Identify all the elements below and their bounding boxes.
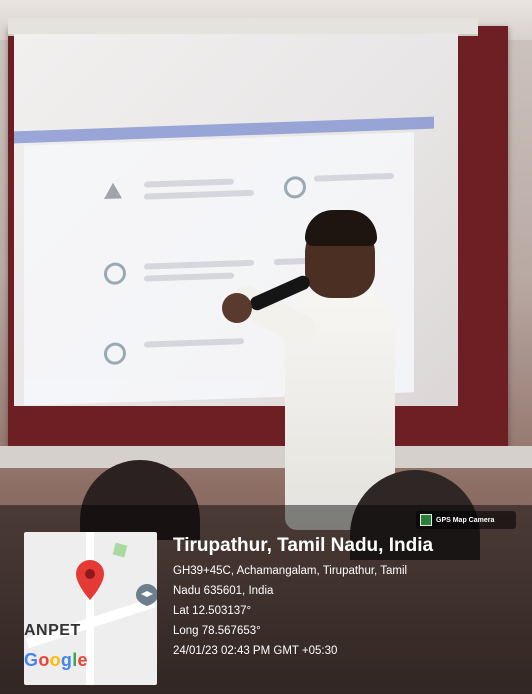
projected-text-line: [144, 189, 254, 200]
projected-text-line: [314, 172, 394, 182]
latitude-text: Lat 12.503137°: [173, 605, 252, 617]
google-logo-letter: o: [49, 650, 61, 670]
projected-item-icon: [284, 175, 306, 199]
speaker-hand: [222, 293, 252, 323]
projected-item-icon: [104, 342, 126, 366]
projected-text-line: [144, 178, 234, 188]
google-logo-letter: o: [38, 650, 50, 670]
longitude-text: Long 78.567653°: [173, 625, 261, 637]
timestamp-text: 24/01/23 02:43 PM GMT +05:30: [173, 645, 338, 657]
location-title: Tirupathur, Tamil Nadu, India: [173, 535, 434, 556]
whiteboard-rail: [0, 446, 532, 468]
map-park: [112, 542, 128, 558]
location-info: Tirupathur, Tamil Nadu, India GH39+45C, …: [173, 535, 523, 661]
address-line: GH39+45C, Achamangalam, Tirupathur, Tami…: [173, 565, 408, 577]
google-logo-letter: g: [60, 650, 73, 670]
google-logo: Google: [24, 650, 88, 671]
gps-map-camera-badge: GPS Map Camera: [416, 511, 516, 529]
google-logo-letter: e: [77, 650, 88, 670]
speaker-hair: [305, 210, 377, 246]
mini-map: ANPET Google: [24, 532, 157, 685]
projected-text-line: [144, 338, 244, 348]
projected-item-icon: [104, 182, 122, 200]
projected-text-line: [144, 259, 254, 270]
badge-label: GPS Map Camera: [436, 516, 495, 524]
school-marker-icon: [136, 584, 157, 606]
address-line: Nadu 635601, India: [173, 585, 274, 597]
projected-item-icon: [104, 262, 126, 286]
map-pin-icon: [76, 560, 104, 600]
google-logo-letter: G: [24, 650, 39, 670]
projected-text-line: [144, 272, 234, 282]
map-area-label: ANPET: [24, 622, 81, 639]
gps-map-camera-icon: [420, 514, 432, 526]
